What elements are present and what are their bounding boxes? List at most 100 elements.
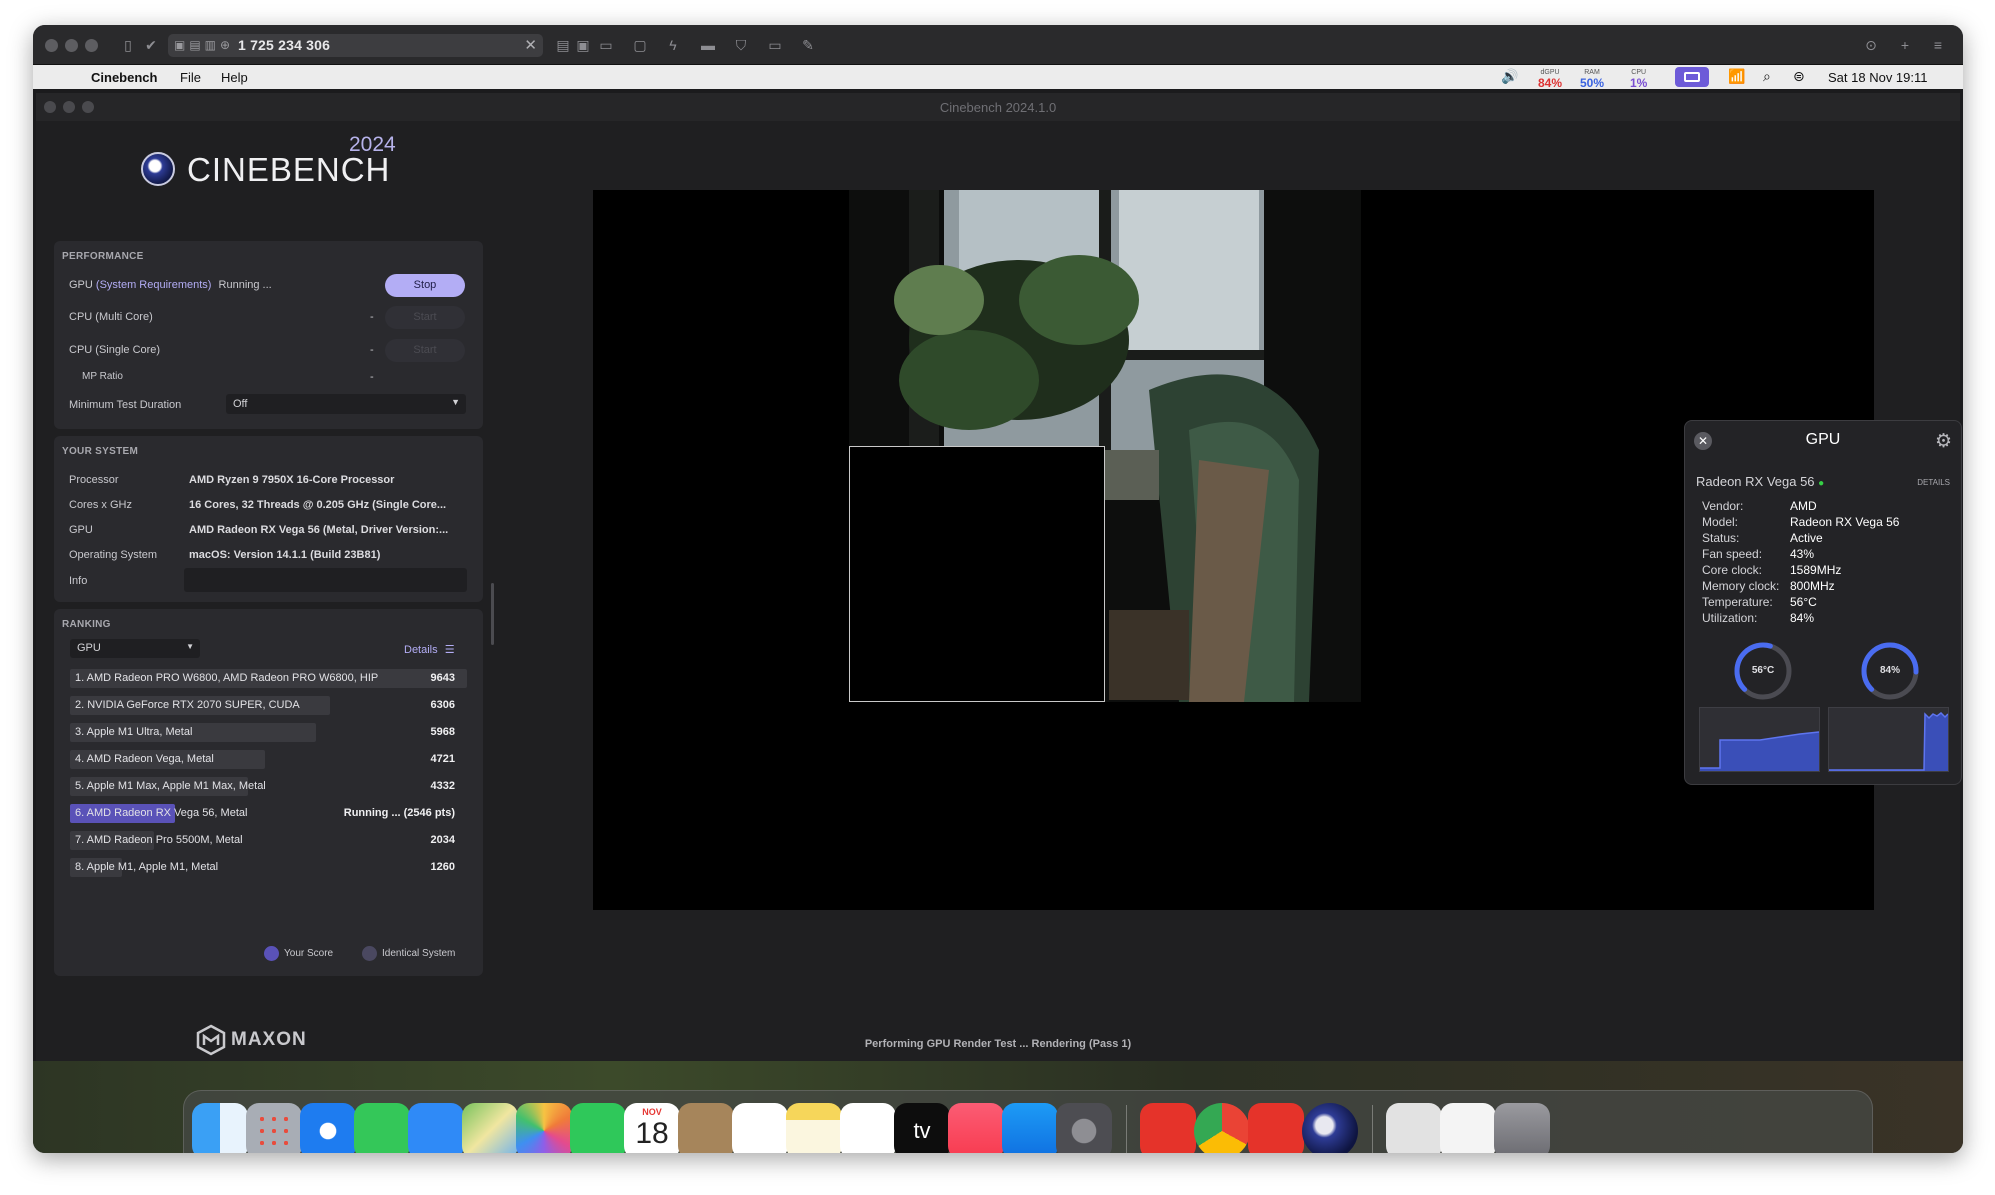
maps-icon[interactable] [462, 1103, 518, 1153]
monitor-switch-icon[interactable]: ▣ [573, 35, 593, 55]
utilization-gauge-label: 84% [1879, 665, 1900, 676]
mac-menu-bar: Cinebench File Help 🔊 dGPU 84% RAM 50% CPU… [33, 65, 1963, 89]
dgpu-stat[interactable]: dGPU 84% [1538, 68, 1562, 89]
utilization-history-graph [1828, 707, 1949, 772]
cpu-multi-value: - [370, 311, 374, 323]
system-settings-icon[interactable] [1056, 1103, 1112, 1153]
downloads-stack-icon[interactable] [1440, 1103, 1496, 1153]
cinebench-window: Cinebench 2024.1.0 CINEBENCH 2024 PERFOR… [36, 93, 1960, 1061]
gpu-details-link[interactable]: DETAILS [1917, 478, 1950, 487]
finder-icon[interactable] [192, 1103, 248, 1153]
control-center-icon[interactable]: ⊜ [1793, 68, 1805, 85]
cpu-multi-start-button[interactable]: Start [385, 306, 465, 329]
chrome-icon[interactable] [1194, 1103, 1250, 1153]
ranking-row[interactable]: 7. AMD Radeon Pro 5500M, Metal 2034 [70, 831, 467, 850]
photos-icon[interactable] [516, 1103, 572, 1153]
cinebench-logo-icon [141, 152, 175, 186]
cpu-multi-label: CPU (Multi Core) [69, 311, 153, 323]
anydesk-alt-icon[interactable] [1248, 1103, 1304, 1153]
ranking-details-link[interactable]: Details ☰ [404, 643, 455, 656]
shield-icon[interactable]: ⛉ [731, 35, 751, 55]
ranking-row[interactable]: 2. NVIDIA GeForce RTX 2070 SUPER, CUDA 63… [70, 696, 467, 715]
gpu-stat-label: Status: [1702, 531, 1740, 545]
file-transfer-icon[interactable]: ▤ [553, 35, 573, 55]
connection-address-field[interactable]: ▣▤▥⊕ 1 725 234 306 ✕ [168, 34, 543, 57]
temperature-history-graph [1699, 707, 1820, 772]
pen-icon[interactable]: ✎ [798, 35, 818, 55]
min-duration-select[interactable]: Off ▼ [226, 394, 466, 414]
help-menu[interactable]: Help [221, 70, 248, 85]
search-icon[interactable]: ⌕ [1763, 68, 1771, 85]
cpu-stat[interactable]: CPU 1% [1630, 68, 1647, 89]
app-store-icon[interactable] [1002, 1103, 1058, 1153]
ranking-filter-select[interactable]: GPU ▼ [70, 639, 200, 658]
screen: ▯ ✔ ▣▤▥⊕ 1 725 234 306 ✕ ▤ ▣ ▭ ▢ ϟ ▬ ⛉ ▭… [0, 0, 1995, 1195]
ranking-row[interactable]: 8. Apple M1, Apple M1, Metal 1260 [70, 858, 467, 877]
file-menu[interactable]: File [180, 70, 201, 85]
volume-icon[interactable]: 🔊 [1501, 68, 1518, 85]
app-menu[interactable]: Cinebench [91, 70, 157, 85]
minimize-window-button[interactable] [65, 39, 78, 52]
contacts-icon[interactable] [678, 1103, 734, 1153]
keyboard-icon[interactable]: ▬ [698, 35, 718, 55]
gpu-requirements-link[interactable]: (System Requirements) [96, 279, 212, 291]
gear-icon[interactable]: ⚙ [1935, 430, 1952, 453]
messages-icon[interactable] [354, 1103, 410, 1153]
ranking-label: 5. Apple M1 Max, Apple M1 Max, Metal [75, 780, 266, 792]
lightning-icon[interactable]: ϟ [663, 35, 683, 55]
ranking-row[interactable]: 1. AMD Radeon PRO W6800, AMD Radeon PRO … [70, 669, 467, 688]
document-icon[interactable]: ▯ [118, 35, 138, 55]
mail-icon[interactable] [408, 1103, 464, 1153]
cinebench-dock-icon[interactable] [1302, 1103, 1358, 1153]
connection-id: 1 725 234 306 [238, 37, 331, 53]
apple-tv-icon[interactable]: tv [894, 1103, 950, 1153]
ram-stat[interactable]: RAM 50% [1580, 68, 1604, 89]
gpu-stat-label: Utilization: [1702, 611, 1758, 625]
gpu-value: AMD Radeon RX Vega 56 (Metal, Driver Ver… [189, 524, 449, 536]
zoom-window-button[interactable] [85, 39, 98, 52]
ranking-row[interactable]: 6. AMD Radeon RX Vega 56, Metal Running .… [70, 804, 467, 823]
cores-label: Cores x GHz [69, 499, 132, 511]
wifi-icon[interactable]: 📶 [1728, 68, 1745, 85]
your-score-legend-dot [264, 946, 279, 961]
close-icon[interactable]: ✕ [524, 36, 537, 54]
gpu-stat-value: 43% [1790, 547, 1815, 561]
stop-button[interactable]: Stop [385, 274, 465, 297]
screen-icon[interactable]: ▭ [765, 35, 785, 55]
launchpad-icon[interactable] [246, 1103, 302, 1153]
plus-icon[interactable]: + [1895, 35, 1915, 55]
clock[interactable]: Sat 18 Nov 19:11 [1828, 70, 1928, 85]
ranking-label: 1. AMD Radeon PRO W6800, AMD Radeon PRO … [75, 672, 379, 684]
display-icon[interactable]: ▭ [596, 35, 616, 55]
reminders-icon[interactable] [732, 1103, 788, 1153]
freeform-icon[interactable] [840, 1103, 896, 1153]
chevron-down-icon: ▼ [186, 642, 194, 651]
checkmark-icon[interactable]: ✔ [141, 35, 161, 55]
menu-icon[interactable]: ≡ [1928, 35, 1948, 55]
close-window-button[interactable] [45, 39, 58, 52]
session-icons: ▣▤▥⊕ [174, 38, 235, 52]
notes-icon[interactable] [786, 1103, 842, 1153]
ranking-row[interactable]: 5. Apple M1 Max, Apple M1 Max, Metal 4332 [70, 777, 467, 796]
info-field[interactable] [184, 568, 467, 592]
chat-icon[interactable]: ▢ [630, 35, 650, 55]
sidebar-scrollbar[interactable] [491, 583, 494, 645]
safari-icon[interactable] [300, 1103, 356, 1153]
calendar-icon[interactable]: NOV 18 [624, 1103, 680, 1153]
gpu-stat-value: Active [1790, 531, 1823, 545]
identical-system-legend: Identical System [382, 948, 456, 959]
ranking-row[interactable]: 4. AMD Radeon Vega, Metal 4721 [70, 750, 467, 769]
ranking-label: 6. AMD Radeon RX Vega 56, Metal [75, 807, 248, 819]
facetime-icon[interactable] [570, 1103, 626, 1153]
ranking-row[interactable]: 3. Apple M1 Ultra, Metal 5968 [70, 723, 467, 742]
music-icon[interactable] [948, 1103, 1004, 1153]
anydesk-icon[interactable] [1140, 1103, 1196, 1153]
gpu-monitor-menu-icon[interactable] [1675, 67, 1709, 87]
download-icon[interactable]: ⊙ [1861, 35, 1881, 55]
render-viewport [593, 190, 1874, 910]
trash-icon[interactable] [1494, 1103, 1550, 1153]
cpu-single-start-button[interactable]: Start [385, 339, 465, 362]
gpu-stat-label: Temperature: [1702, 595, 1773, 609]
ranking-score: 1260 [430, 861, 455, 873]
disk-utility-icon[interactable] [1386, 1103, 1442, 1153]
